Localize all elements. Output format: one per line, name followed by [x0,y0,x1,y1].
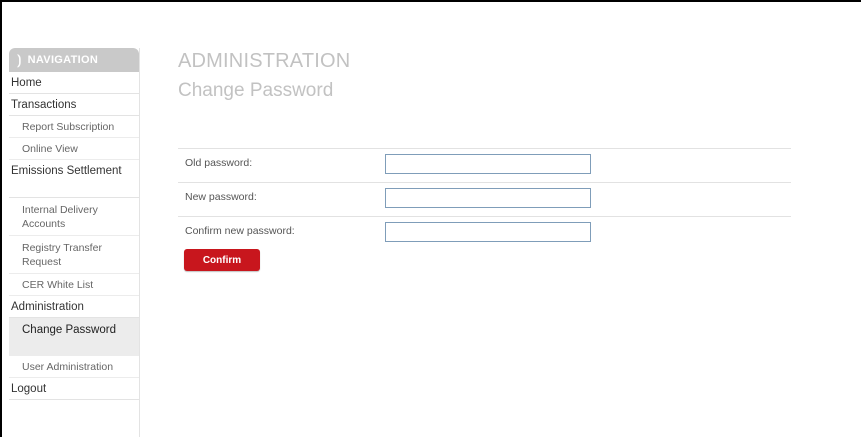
confirm-password-label: Confirm new password: [185,225,295,237]
sidebar-item-change-password[interactable]: Change Password [9,318,139,356]
new-password-input[interactable] [385,188,591,208]
sidebar-item-report-subscription[interactable]: Report Subscription [9,116,139,138]
page-title: Change Password [178,80,334,101]
sidebar-item-cer-white-list[interactable]: CER White List [9,274,139,296]
nav-header-label: NAVIGATION [27,54,99,66]
sidebar-item-emissions-settlement[interactable]: Emissions Settlement [9,160,139,198]
old-password-label: Old password: [185,157,253,169]
sidebar-item-online-view[interactable]: Online View [9,138,139,160]
confirm-password-input[interactable] [385,222,591,242]
navigation-icon: ⟯ [17,52,22,67]
old-password-input[interactable] [385,154,591,174]
confirm-button[interactable]: Confirm [184,249,260,271]
sidebar-item-home[interactable]: Home [9,72,139,94]
new-password-label: New password: [185,191,257,203]
sidebar-item-internal-delivery-accounts[interactable]: Internal Delivery Accounts [9,198,139,236]
sidebar-item-transactions[interactable]: Transactions [9,94,139,116]
sidebar-item-administration[interactable]: Administration [9,296,139,318]
nav-header: ⟯ NAVIGATION [9,48,139,72]
form-row-new-password: New password: [178,183,791,217]
sidebar-nav: ⟯ NAVIGATION Home Transactions Report Su… [9,48,140,437]
main-content: ADMINISTRATION Change Password Old passw… [178,0,861,437]
sidebar-item-logout[interactable]: Logout [9,378,139,400]
sidebar-item-registry-transfer-request[interactable]: Registry Transfer Request [9,236,139,274]
form-row-confirm-password: Confirm new password: [178,217,791,250]
change-password-form: Old password: New password: Confirm new … [178,148,791,250]
section-title: ADMINISTRATION [178,50,351,72]
sidebar-item-user-administration[interactable]: User Administration [9,356,139,378]
form-row-old-password: Old password: [178,149,791,183]
